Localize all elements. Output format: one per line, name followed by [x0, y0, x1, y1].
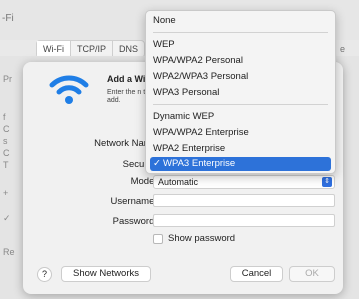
- window-title: -Fi: [2, 13, 14, 24]
- bg-mark: C: [3, 148, 10, 158]
- show-networks-button[interactable]: Show Networks: [61, 266, 151, 282]
- ok-button[interactable]: OK: [289, 266, 335, 282]
- username-field[interactable]: [153, 194, 335, 207]
- menu-item-wpa3-personal[interactable]: WPA3 Personal: [150, 86, 331, 100]
- bg-mark: T: [3, 160, 9, 170]
- bg-checkmark: ✓: [3, 213, 11, 223]
- mode-value: Automatic: [158, 177, 199, 187]
- bg-label-preferred: Pr: [3, 74, 12, 84]
- menu-separator: [153, 32, 328, 33]
- tab-tcpip[interactable]: TCP/IP: [71, 41, 114, 57]
- menu-item-wep[interactable]: WEP: [150, 38, 331, 52]
- show-password-label: Show password: [168, 233, 236, 244]
- username-label: Username:: [110, 196, 157, 207]
- cancel-button[interactable]: Cancel: [230, 266, 283, 282]
- tab-peek: e: [340, 44, 346, 54]
- tab-dns[interactable]: DNS: [113, 41, 144, 57]
- menu-item-label: WPA3 Enterprise: [163, 158, 236, 169]
- menu-item-dynamic-wep[interactable]: Dynamic WEP: [150, 110, 331, 124]
- menu-item-wpa2-enterprise[interactable]: WPA2 Enterprise: [150, 142, 331, 156]
- menu-item-wpa-wpa2-personal[interactable]: WPA/WPA2 Personal: [150, 54, 331, 68]
- password-label: Password:: [112, 216, 157, 227]
- menu-item-wpa3-enterprise[interactable]: ✓ WPA3 Enterprise: [150, 157, 331, 171]
- bg-mark: C: [3, 124, 10, 134]
- bg-mark: f: [3, 112, 6, 122]
- password-field[interactable]: [153, 214, 335, 227]
- checkmark-icon: ✓: [153, 158, 161, 169]
- dialog-title: Add a Wi: [107, 74, 146, 84]
- wifi-icon: [49, 75, 89, 104]
- add-network-button[interactable]: +: [3, 188, 8, 198]
- mode-popup[interactable]: Automatic ⇕: [153, 175, 335, 189]
- menu-separator: [153, 104, 328, 105]
- menu-item-wpa2-wpa3-personal[interactable]: WPA2/WPA3 Personal: [150, 70, 331, 84]
- show-password-checkbox[interactable]: [153, 234, 163, 244]
- menu-item-wpa-wpa2-enterprise[interactable]: WPA/WPA2 Enterprise: [150, 126, 331, 140]
- tab-wifi[interactable]: Wi-Fi: [37, 41, 71, 57]
- bg-mark: s: [3, 136, 8, 146]
- security-menu: None WEP WPA/WPA2 Personal WPA2/WPA3 Per…: [145, 10, 336, 174]
- menu-item-none[interactable]: None: [150, 14, 331, 28]
- bg-label-require: Re: [3, 247, 15, 257]
- chevron-updown-icon: ⇕: [322, 177, 332, 187]
- help-button[interactable]: ?: [37, 267, 52, 282]
